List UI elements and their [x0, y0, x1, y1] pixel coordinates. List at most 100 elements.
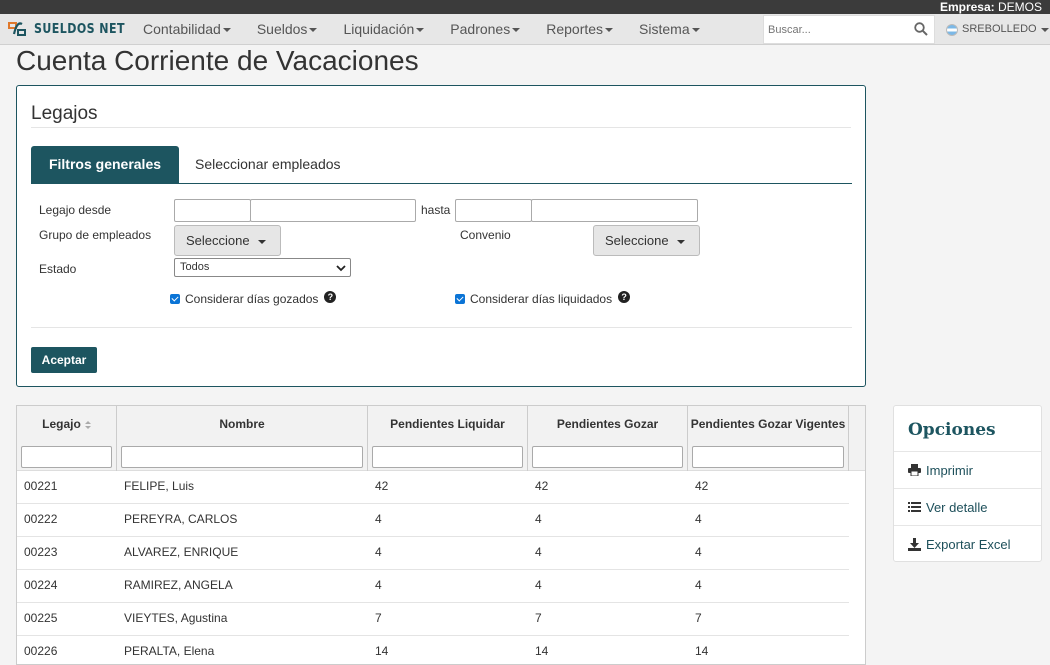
- column-pendientes-liquidar[interactable]: Pendientes Liquidar: [368, 406, 528, 471]
- estado-value: Todos: [180, 261, 210, 273]
- menu-contabilidad[interactable]: Contabilidad: [130, 14, 244, 45]
- tab-seleccionar-empleados[interactable]: Seleccionar empleados: [195, 146, 341, 183]
- search-icon[interactable]: [914, 22, 928, 41]
- cell-pendientes-liquidar: 4: [375, 545, 382, 559]
- column-label: Pendientes Liquidar: [390, 417, 505, 431]
- divider: [31, 127, 851, 128]
- filter-pendientes-gozar-input[interactable]: [532, 446, 683, 468]
- exportar-excel-button[interactable]: Exportar Excel: [894, 526, 1041, 563]
- caret-down-icon: [691, 27, 700, 32]
- legajo-hasta-code-input[interactable]: [455, 199, 532, 222]
- caret-down-icon: [676, 239, 685, 244]
- empresa-value: DEMOS: [997, 0, 1042, 14]
- table-row[interactable]: 00222 PEREYRA, CARLOS 4 4 4: [17, 504, 849, 537]
- legajo-desde-label: Legajo desde: [39, 203, 112, 217]
- cell-pendientes-gozar: 4: [535, 578, 542, 592]
- grupo-label: Grupo de empleados: [39, 228, 152, 242]
- cell-legajo: 00223: [24, 545, 58, 559]
- grupo-dropdown[interactable]: Seleccione: [174, 225, 281, 256]
- ver-detalle-label: Ver detalle: [926, 499, 988, 515]
- caret-down-icon: [1040, 27, 1049, 32]
- cell-pendientes-liquidar: 14: [375, 644, 389, 658]
- menu-liquidacion[interactable]: Liquidación: [330, 14, 437, 45]
- cell-pendientes-gozar: 7: [535, 611, 542, 625]
- cell-nombre: RAMIREZ, ANGELA: [124, 578, 233, 592]
- cell-pendientes-liquidar: 42: [375, 479, 389, 493]
- checkbox-checked-icon[interactable]: [170, 294, 180, 304]
- legajo-desde-name-input[interactable]: [250, 199, 416, 222]
- main-menu: Contabilidad Sueldos Liquidación Padrone…: [130, 14, 713, 45]
- legajo-hasta-name-input[interactable]: [531, 199, 698, 222]
- table-row[interactable]: 00226 PERALTA, Elena 14 14 14: [17, 636, 849, 664]
- cell-nombre: PERALTA, Elena: [124, 644, 215, 658]
- vacaciones-table: Legajo Nombre Pendientes Liquidar Pendie…: [16, 405, 866, 665]
- ver-detalle-button[interactable]: Ver detalle: [894, 489, 1041, 526]
- cell-nombre: ALVAREZ, ENRIQUE: [124, 545, 239, 559]
- filter-pendientes-gozar-vigentes-input[interactable]: [692, 446, 844, 468]
- opciones-panel: Opciones Imprimir Ver detalle Exportar E…: [893, 405, 1042, 562]
- menu-label: Sueldos: [256, 20, 308, 37]
- help-icon[interactable]: ?: [618, 291, 631, 303]
- table-row[interactable]: 00223 ALVAREZ, ENRIQUE 4 4 4: [17, 537, 849, 570]
- cell-legajo: 00225: [24, 611, 58, 625]
- table-row[interactable]: 00225 VIEYTES, Agustina 7 7 7: [17, 603, 849, 636]
- aceptar-button[interactable]: Aceptar: [31, 347, 97, 373]
- menu-label: Liquidación: [343, 20, 415, 37]
- user-menu[interactable]: SREBOLLEDO: [946, 14, 1049, 45]
- estado-select[interactable]: Todos: [174, 258, 351, 277]
- cell-pendientes-liquidar: 4: [375, 578, 382, 592]
- brand[interactable]: SUELDOS NET: [0, 19, 124, 39]
- menu-label: Padrones: [450, 20, 511, 37]
- column-nombre[interactable]: Nombre: [117, 406, 368, 471]
- menu-reportes[interactable]: Reportes: [533, 14, 626, 45]
- column-legajo[interactable]: Legajo: [17, 406, 117, 471]
- cell-pendientes-gozar-vigentes: 4: [695, 512, 702, 526]
- column-pendientes-gozar-vigentes[interactable]: Pendientes Gozar Vigentes: [688, 406, 849, 471]
- table-row[interactable]: 00224 RAMIREZ, ANGELA 4 4 4: [17, 570, 849, 603]
- menu-padrones[interactable]: Padrones: [437, 14, 533, 45]
- menu-sueldos[interactable]: Sueldos: [244, 14, 331, 45]
- tab-filtros-generales[interactable]: Filtros generales: [31, 146, 179, 183]
- sort-icon[interactable]: [84, 420, 91, 429]
- imprimir-label: Imprimir: [926, 462, 973, 478]
- divider: [31, 327, 852, 328]
- print-icon: [908, 464, 921, 476]
- chk-gozados[interactable]: Considerar días gozados ?: [170, 291, 337, 306]
- caret-down-icon: [222, 27, 231, 32]
- download-icon: [908, 538, 921, 551]
- search-input[interactable]: [764, 23, 904, 36]
- filter-pendientes-liquidar-input[interactable]: [372, 446, 523, 468]
- cell-pendientes-gozar: 4: [535, 512, 542, 526]
- menu-sistema[interactable]: Sistema: [626, 14, 713, 45]
- cell-pendientes-gozar-vigentes: 42: [695, 479, 709, 493]
- legajos-panel: Legajos Filtros generales Seleccionar em…: [16, 85, 866, 387]
- cell-pendientes-gozar-vigentes: 4: [695, 578, 702, 592]
- menu-label: Reportes: [546, 20, 604, 37]
- table-row[interactable]: 00221 FELIPE, Luis 42 42 42: [17, 471, 849, 504]
- chevron-down-icon: [336, 262, 346, 279]
- help-icon[interactable]: ?: [324, 291, 337, 303]
- checkbox-checked-icon[interactable]: [455, 294, 465, 304]
- cell-pendientes-gozar: 14: [535, 644, 549, 658]
- convenio-dropdown[interactable]: Seleccione: [593, 225, 700, 256]
- opciones-title: Opciones: [894, 406, 1041, 452]
- chk-gozados-label: Considerar días gozados: [185, 292, 319, 306]
- cell-pendientes-gozar-vigentes: 4: [695, 545, 702, 559]
- caret-down-icon: [512, 27, 521, 32]
- filter-nombre-input[interactable]: [121, 446, 363, 468]
- column-label: Nombre: [219, 417, 265, 431]
- top-status-bar: Empresa: DEMOS: [0, 0, 1050, 14]
- chk-liquidados-label: Considerar días liquidados: [470, 292, 613, 306]
- filter-legajo-input[interactable]: [21, 446, 112, 468]
- legajo-desde-code-input[interactable]: [174, 199, 251, 222]
- user-name: SREBOLLEDO: [962, 23, 1037, 35]
- legajos-title: Legajos: [31, 103, 98, 124]
- imprimir-button[interactable]: Imprimir: [894, 452, 1041, 489]
- column-label: Pendientes Gozar: [556, 417, 659, 431]
- table-header: Legajo Nombre Pendientes Liquidar Pendie…: [17, 406, 865, 471]
- column-pendientes-gozar[interactable]: Pendientes Gozar: [528, 406, 688, 471]
- cell-nombre: PEREYRA, CARLOS: [124, 512, 238, 526]
- cell-pendientes-gozar: 4: [535, 545, 542, 559]
- column-label: Pendientes Gozar Vigentes: [690, 417, 846, 431]
- chk-liquidados[interactable]: Considerar días liquidados ?: [455, 291, 631, 306]
